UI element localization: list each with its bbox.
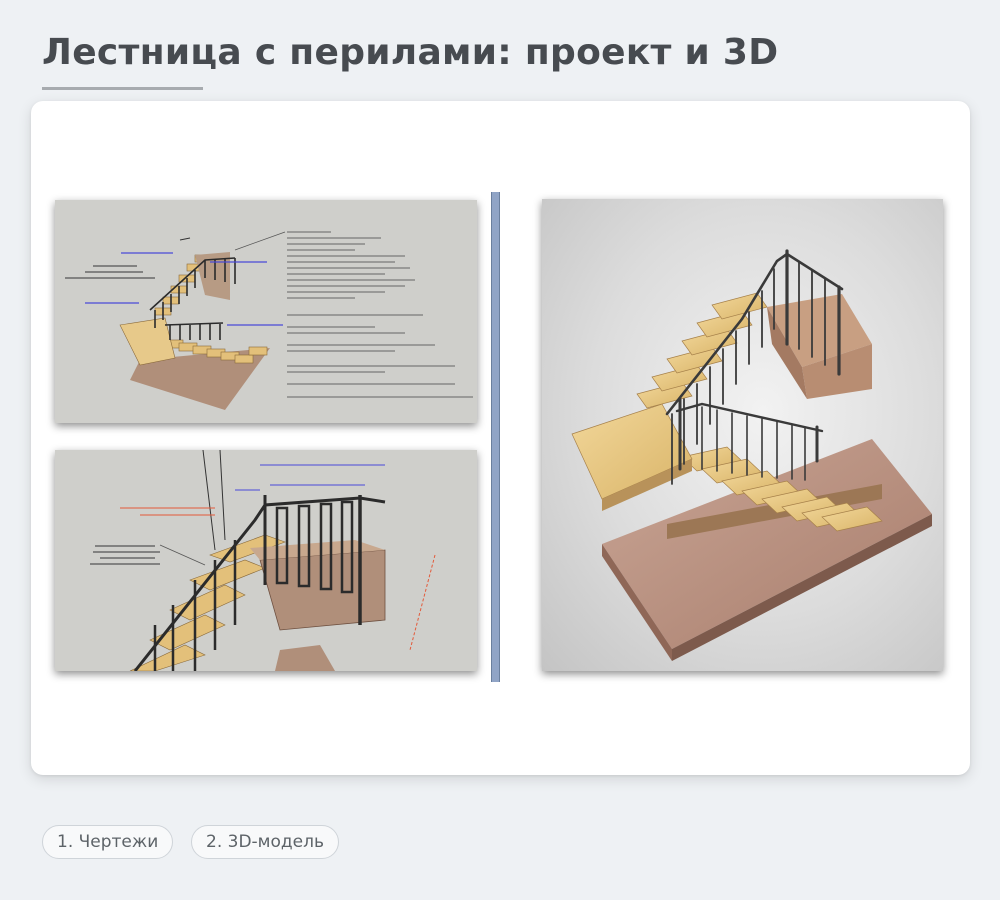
image-card xyxy=(31,101,970,775)
drawing-assembly-scheme[interactable] xyxy=(55,200,477,423)
tab-drawings[interactable]: 1. Чертежи xyxy=(42,825,174,859)
gallery-divider xyxy=(491,192,500,682)
page-title: Лестница с перилами: проект и 3D xyxy=(42,32,779,73)
title-underline xyxy=(42,87,203,90)
tab-3d-model[interactable]: 2. 3D-модель xyxy=(191,825,339,859)
drawing-railing-detail[interactable] xyxy=(55,450,477,671)
stair-3d-render[interactable] xyxy=(542,199,943,671)
